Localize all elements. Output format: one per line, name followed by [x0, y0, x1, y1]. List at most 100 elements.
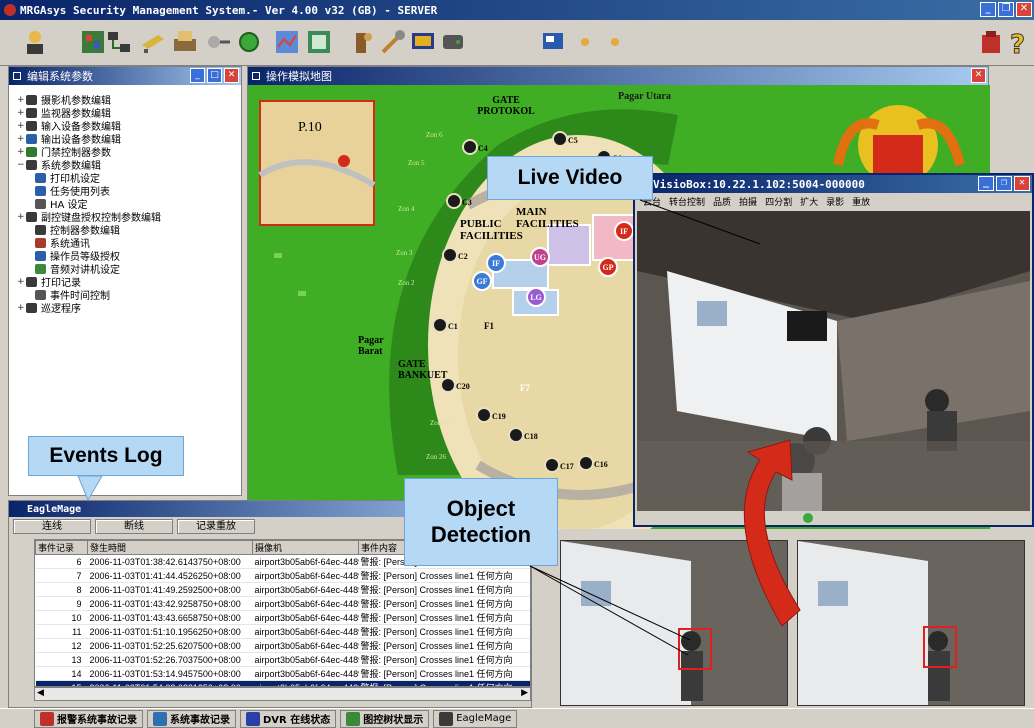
- table-row[interactable]: 10 2006-11-03T01:43:43.6658750+08:00 airpo…: [35, 610, 530, 625]
- pagar-utara-label: Pagar Utara: [618, 91, 671, 102]
- table-row[interactable]: 7 2006-11-03T01:41:44.4526250+08:00 airpor…: [35, 568, 530, 583]
- panel-minimize-button[interactable]: _: [190, 68, 205, 83]
- column-header-event-id[interactable]: 事件记录: [35, 540, 88, 555]
- camera-marker-icon[interactable]: [446, 193, 462, 209]
- table-row[interactable]: 12 2006-11-03T01:52:25.6207500+08:00 airpo…: [35, 638, 530, 653]
- operator-icon[interactable]: [20, 27, 50, 57]
- tree-expander-icon[interactable]: +: [17, 303, 26, 313]
- guard-icon[interactable]: [348, 27, 378, 57]
- map-close-button[interactable]: ✕: [971, 68, 986, 83]
- table-cell: 2006-11-03T01:43:43.6658750+08:00: [87, 610, 253, 625]
- video-menu-item[interactable]: 拍摄: [739, 195, 757, 208]
- table-row[interactable]: 14 2006-11-03T01:53:14.9457500+08:00 airpo…: [35, 666, 530, 681]
- camera-marker-icon[interactable]: [544, 457, 560, 473]
- f1-label: F1: [484, 321, 494, 331]
- tree-expander-icon[interactable]: +: [17, 212, 26, 222]
- camera-marker-icon[interactable]: [476, 407, 492, 423]
- table-row[interactable]: 11 2006-11-03T01:51:10.1956250+08:00 airpo…: [35, 624, 530, 639]
- taskbar-item[interactable]: 系统事故记录: [147, 709, 236, 728]
- video-menu-item[interactable]: 品质: [713, 195, 731, 208]
- app-window: MRGAsys Security Management System.- Ver…: [0, 0, 1034, 728]
- video-menu-item[interactable]: 转台控制: [669, 195, 705, 208]
- events-horizontal-scrollbar[interactable]: ◀ ▶: [34, 687, 531, 701]
- network-icon[interactable]: [104, 27, 134, 57]
- tree-expander-icon[interactable]: +: [17, 147, 26, 157]
- camera-marker-icon[interactable]: [432, 317, 448, 333]
- camera-marker-icon[interactable]: [508, 427, 524, 443]
- close-button[interactable]: ✕: [1016, 2, 1032, 17]
- tree-item[interactable]: + 巡逻程序: [17, 301, 241, 315]
- taskbar-item[interactable]: DVR 在线状态: [240, 709, 337, 728]
- column-header-time[interactable]: 發生時間: [87, 540, 253, 555]
- video-menu-item[interactable]: 录影: [826, 195, 844, 208]
- video-minimize-button[interactable]: _: [978, 176, 994, 191]
- taskbar-item[interactable]: 报警系统事故记录: [34, 709, 143, 728]
- camera-marker-icon[interactable]: [578, 455, 594, 471]
- report-icon[interactable]: [304, 27, 334, 57]
- video-status-light-icon: [803, 513, 813, 523]
- help-icon[interactable]: ?: [1004, 27, 1032, 61]
- video-menu-item[interactable]: 四分割: [765, 195, 792, 208]
- table-row[interactable]: 13 2006-11-03T01:52:26.7037500+08:00 airpo…: [35, 652, 530, 667]
- minimize-button[interactable]: _: [980, 2, 996, 17]
- taskbar-item[interactable]: 图控树状显示: [340, 709, 430, 728]
- tree-expander-icon[interactable]: −: [17, 160, 26, 170]
- storage-icon[interactable]: [438, 27, 468, 57]
- tree-item-icon: [35, 224, 46, 235]
- tree-expander-icon[interactable]: +: [17, 121, 26, 131]
- table-row[interactable]: 8 2006-11-03T01:41:49.2592500+08:00 airpor…: [35, 582, 530, 597]
- table-cell: airport3b05ab6f-64ec-4489: [252, 638, 359, 653]
- facility-marker-label: IF: [492, 259, 500, 268]
- tree-expander-icon[interactable]: +: [17, 108, 26, 118]
- status-light-icon[interactable]: [234, 27, 264, 57]
- table-row[interactable]: 9 2006-11-03T01:43:42.9258750+08:00 airpor…: [35, 596, 530, 611]
- restore-button[interactable]: ❐: [998, 2, 1014, 17]
- record-playback-button[interactable]: 记录重放: [177, 519, 255, 534]
- table-cell: 10: [35, 610, 88, 625]
- camera-marker-icon[interactable]: [442, 247, 458, 263]
- monitor-icon[interactable]: [408, 27, 438, 57]
- tree-item-icon: [26, 133, 37, 144]
- map-view-icon[interactable]: [272, 27, 302, 57]
- scroll-right-icon[interactable]: ▶: [521, 688, 528, 698]
- table-cell: airport3b05ab6f-64ec-4489: [252, 666, 359, 681]
- video-titlebar: VisioBox:10.22.1.102:5004-000000 _ ❐ ✕: [635, 175, 1032, 193]
- taskbar-item[interactable]: EagleMage: [433, 709, 518, 728]
- parameter-tree: + 摄影机参数编辑 + 监视器参数编辑 + 输入设备参数编辑 + 输出设备参数编辑 + 门禁控制器…: [9, 85, 241, 315]
- table-cell: 8: [35, 582, 88, 597]
- camera-marker-icon[interactable]: [462, 139, 478, 155]
- camera-marker-label: C4: [478, 144, 488, 153]
- sensor-icon[interactable]: [204, 27, 234, 57]
- camera-icon[interactable]: [138, 27, 168, 57]
- zone-label: Zon 2: [398, 279, 415, 287]
- camera-marker-icon[interactable]: [552, 131, 568, 147]
- table-cell: airport3b05ab6f-64ec-4489: [252, 568, 359, 583]
- facility-marker-label: GF: [476, 277, 487, 286]
- panel-close-button[interactable]: ✕: [224, 68, 239, 83]
- disconnect-button[interactable]: 断线: [95, 519, 173, 534]
- tree-expander-icon[interactable]: +: [17, 134, 26, 144]
- tree-expander-icon[interactable]: +: [17, 95, 26, 105]
- column-header-camera[interactable]: 摄像机: [252, 540, 359, 555]
- scroll-left-icon[interactable]: ◀: [37, 688, 44, 698]
- connect-button[interactable]: 连线: [13, 519, 91, 534]
- panel-restore-button[interactable]: □: [207, 68, 222, 83]
- camera-marker-icon[interactable]: [440, 377, 456, 393]
- exit-icon[interactable]: [976, 27, 1006, 57]
- live-video-feed[interactable]: [637, 211, 1030, 511]
- display-icon[interactable]: [538, 27, 568, 57]
- tree-expander-icon[interactable]: +: [17, 277, 26, 287]
- camera-marker-label: C2: [458, 252, 468, 261]
- table-cell: 6: [35, 554, 88, 569]
- detection-snapshot-1[interactable]: [560, 540, 788, 706]
- video-restore-button[interactable]: ❐: [996, 176, 1012, 191]
- video-menu-item[interactable]: 重放: [852, 195, 870, 208]
- facility-marker-label: IF: [620, 227, 628, 236]
- printer-icon[interactable]: [170, 27, 200, 57]
- table-cell: 12: [35, 638, 88, 653]
- pagar-barat-label: Pagar Barat: [358, 335, 384, 357]
- video-menu-item[interactable]: 扩大: [800, 195, 818, 208]
- video-close-button[interactable]: ✕: [1014, 176, 1030, 191]
- tools-icon[interactable]: [378, 27, 408, 57]
- detection-snapshot-2[interactable]: [797, 540, 1025, 706]
